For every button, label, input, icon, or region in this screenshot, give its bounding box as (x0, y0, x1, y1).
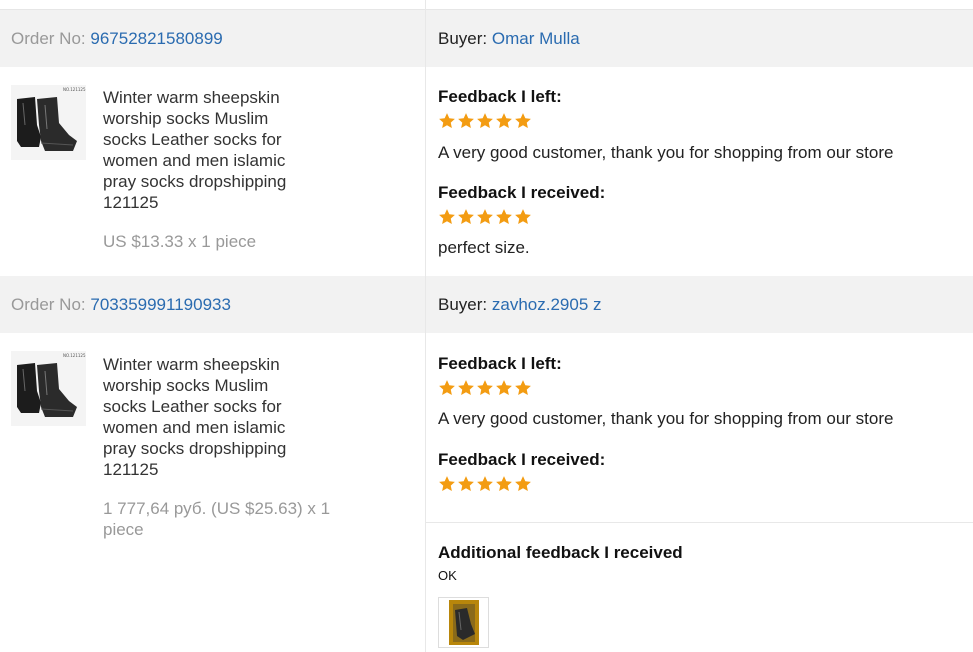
feedback-received-stars (438, 208, 533, 228)
feedback-received-stars (438, 475, 533, 495)
star-icon (477, 113, 493, 129)
feedback-left-stars (438, 112, 533, 132)
feedback-received-label: Feedback I received: (438, 450, 606, 469)
star-icon (439, 209, 455, 225)
star-icon (515, 380, 531, 396)
buyer-name-link[interactable]: zavhoz.2905 z (492, 295, 602, 314)
star-icon (439, 113, 455, 129)
order-number-row: Order No: 96752821580899 (11, 10, 223, 67)
star-icon (458, 476, 474, 492)
additional-feedback-text: OK (438, 568, 457, 583)
star-icon (496, 209, 512, 225)
order-label: Order No: (11, 29, 86, 48)
feedback-left-label: Feedback I left: (438, 354, 562, 373)
order-number-row: Order No: 703359991190933 (11, 276, 231, 333)
product-title[interactable]: Winter warm sheepskin worship socks Musl… (103, 87, 313, 213)
star-icon (458, 209, 474, 225)
feedback-left-text: A very good customer, thank you for shop… (438, 143, 894, 162)
star-icon (515, 209, 531, 225)
star-icon (477, 209, 493, 225)
product-price: US $13.33 x 1 piece (103, 232, 257, 251)
thumb-code: NO.121125 (63, 353, 86, 358)
star-icon (439, 476, 455, 492)
buyer-label: Buyer: (438, 295, 488, 314)
star-icon (458, 113, 474, 129)
star-icon (477, 380, 493, 396)
star-icon (496, 113, 512, 129)
column-divider (425, 0, 426, 652)
product-thumbnail[interactable]: NO.121125 (11, 351, 86, 426)
buyer-row: Buyer: zavhoz.2905 z (438, 276, 602, 333)
order-number-link[interactable]: 96752821580899 (90, 29, 222, 48)
feedback-left-text: A very good customer, thank you for shop… (438, 409, 894, 428)
product-thumbnail[interactable]: NO.121125 (11, 85, 86, 160)
feedback-left-stars (438, 379, 533, 399)
star-icon (496, 380, 512, 396)
additional-feedback-label: Additional feedback I received (438, 543, 683, 562)
buyer-name-link[interactable]: Omar Mulla (492, 29, 580, 48)
additional-feedback-divider (426, 522, 973, 523)
star-icon (515, 476, 531, 492)
feedback-left-label: Feedback I left: (438, 87, 562, 106)
buyer-label: Buyer: (438, 29, 488, 48)
order-header: Order No: 96752821580899 Buyer: Omar Mul… (0, 10, 973, 67)
order-label: Order No: (11, 295, 86, 314)
star-icon (496, 476, 512, 492)
feedback-received-label: Feedback I received: (438, 183, 606, 202)
buyer-photo-thumbnail[interactable] (438, 597, 489, 648)
star-icon (458, 380, 474, 396)
product-title[interactable]: Winter warm sheepskin worship socks Musl… (103, 354, 313, 480)
star-icon (515, 113, 531, 129)
thumb-code: NO.121125 (63, 87, 86, 92)
order-number-link[interactable]: 703359991190933 (90, 295, 231, 314)
order-header: Order No: 703359991190933 Buyer: zavhoz.… (0, 276, 973, 333)
star-icon (477, 476, 493, 492)
star-icon (439, 380, 455, 396)
buyer-row: Buyer: Omar Mulla (438, 10, 580, 67)
feedback-received-text: perfect size. (438, 238, 530, 257)
product-price: 1 777,64 руб. (US $25.63) x 1 piece (103, 499, 331, 539)
